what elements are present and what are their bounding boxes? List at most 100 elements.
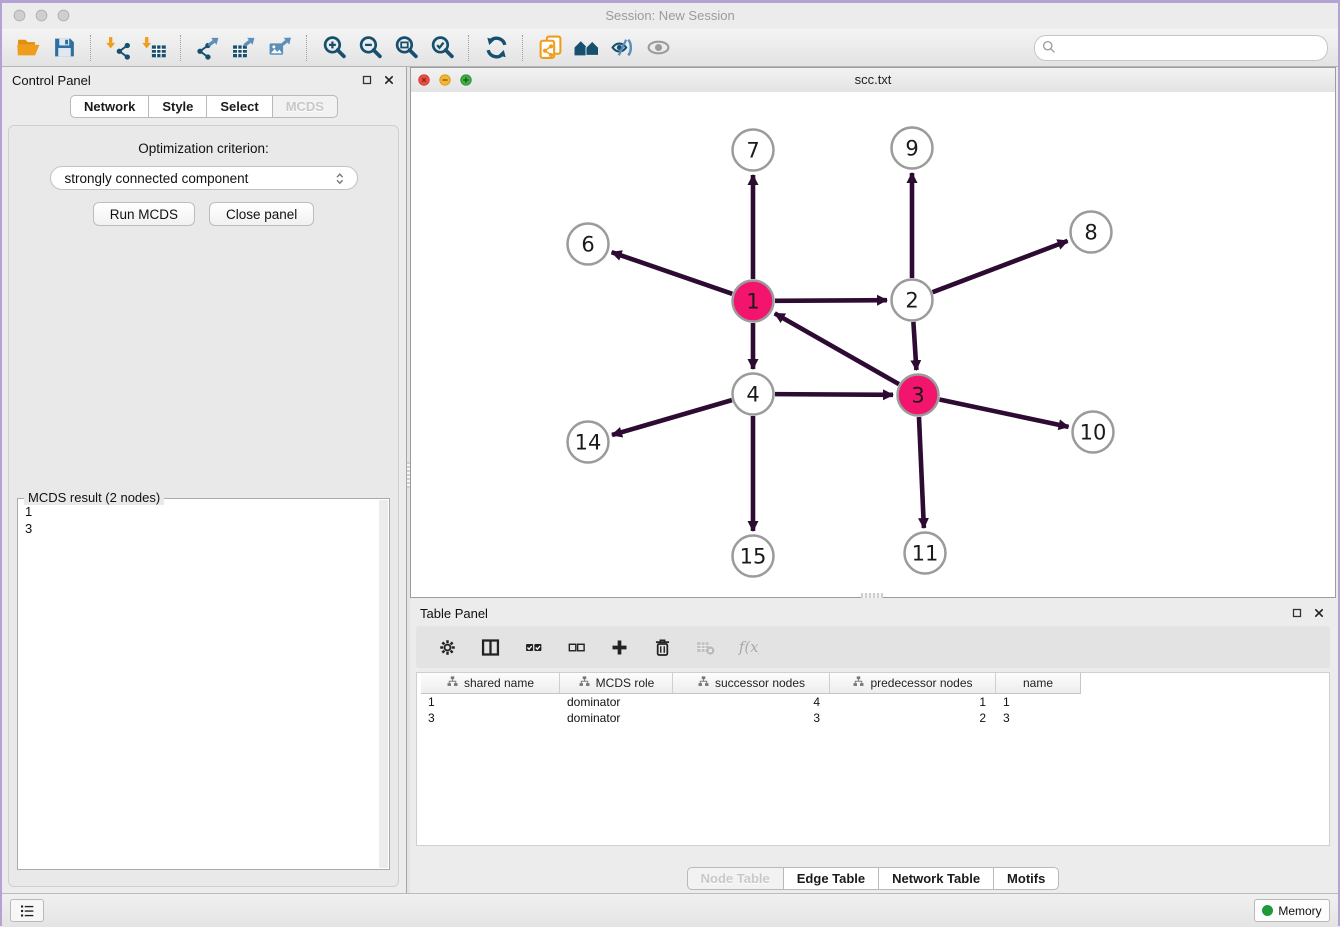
graph-edge-4-3[interactable]: [775, 394, 893, 395]
toggle-columns-button[interactable]: [477, 633, 503, 661]
cell-successor-nodes[interactable]: 3: [673, 710, 830, 726]
search-input[interactable]: [1061, 37, 1319, 59]
toolbar-separator: [522, 35, 524, 61]
float-table-panel-icon[interactable]: [1290, 605, 1306, 621]
zoom-selected-button[interactable]: [424, 32, 460, 64]
graph-edge-3-10[interactable]: [940, 400, 1069, 427]
memory-button[interactable]: Memory: [1254, 899, 1330, 922]
cell-MCDS-role[interactable]: dominator: [560, 710, 673, 726]
tab-mcds[interactable]: MCDS: [272, 95, 338, 118]
canvas-resize-grip[interactable]: [861, 593, 883, 598]
result-scrollbar[interactable]: [379, 500, 388, 868]
zoom-fit-content-icon: [394, 35, 419, 60]
table-row-2[interactable]: 3dominator323: [421, 710, 1329, 726]
cell-shared-name[interactable]: 1: [421, 694, 560, 710]
graph-edge-4-14[interactable]: [612, 400, 732, 435]
cell-MCDS-role[interactable]: dominator: [560, 694, 673, 710]
close-panel-button[interactable]: Close panel: [209, 202, 314, 226]
hide-detail-button[interactable]: [604, 32, 640, 64]
table-tab-edge-table[interactable]: Edge Table: [783, 867, 879, 890]
task-history-button[interactable]: [10, 899, 44, 922]
column-label: name: [1023, 676, 1053, 690]
export-table-icon: [232, 35, 257, 60]
column-header-shared-name[interactable]: shared name: [421, 673, 560, 693]
delete-table-button: [692, 633, 718, 661]
graph-edge-3-1[interactable]: [775, 313, 899, 384]
graph-edge-3-11[interactable]: [919, 417, 924, 528]
delete-entry-button[interactable]: [649, 633, 675, 661]
import-network-button[interactable]: [100, 32, 136, 64]
zoom-selected-icon: [430, 35, 455, 60]
apply-layout-button[interactable]: [478, 32, 514, 64]
export-image-button[interactable]: [262, 32, 298, 64]
graph-node-9[interactable]: 9: [892, 128, 933, 169]
column-header-predecessor-nodes[interactable]: predecessor nodes: [830, 673, 996, 693]
export-network-button[interactable]: [190, 32, 226, 64]
import-table-button[interactable]: [136, 32, 172, 64]
application-window: Session: New Session Control Panel Netwo…: [0, 0, 1340, 926]
mcds-result-text[interactable]: 1 3: [20, 503, 377, 867]
graph-edge-2-8[interactable]: [933, 241, 1068, 292]
mcds-panel: Optimization criterion: strongly connect…: [8, 125, 399, 887]
clone-network-button[interactable]: [532, 32, 568, 64]
node-label-10: 10: [1080, 421, 1107, 445]
graph-node-6[interactable]: 6: [568, 224, 609, 265]
graph-edge-2-3[interactable]: [913, 322, 916, 370]
cell-successor-nodes[interactable]: 4: [673, 694, 830, 710]
graph-node-4[interactable]: 4: [733, 374, 774, 415]
network-window: scc.txt 1 2 3 4 6 7 8 9 10 11 14 15: [410, 67, 1336, 598]
add-entry-button[interactable]: [606, 633, 632, 661]
zoom-in-button[interactable]: [316, 32, 352, 64]
cell-predecessor-nodes[interactable]: 2: [830, 710, 996, 726]
toolbar-separator: [468, 35, 470, 61]
float-panel-icon[interactable]: [360, 72, 376, 88]
node-label-4: 4: [746, 383, 759, 407]
cell-shared-name[interactable]: 3: [421, 710, 560, 726]
search-icon: [1041, 39, 1058, 61]
column-header-successor-nodes[interactable]: successor nodes: [673, 673, 830, 693]
control-panel-header: Control Panel: [2, 67, 406, 95]
graph-node-10[interactable]: 10: [1073, 412, 1114, 453]
apply-layout-icon: [484, 35, 509, 60]
tab-network[interactable]: Network: [70, 95, 149, 118]
graph-node-14[interactable]: 14: [568, 422, 609, 463]
cell-predecessor-nodes[interactable]: 1: [830, 694, 996, 710]
graph-edge-1-6[interactable]: [612, 252, 733, 294]
graph-node-8[interactable]: 8: [1071, 212, 1112, 253]
graph-node-3[interactable]: 3: [898, 375, 939, 416]
graph-node-1[interactable]: 1: [733, 281, 774, 322]
table-settings-icon: [437, 637, 458, 658]
show-all-views-button[interactable]: [568, 32, 604, 64]
column-header-MCDS-role[interactable]: MCDS role: [560, 673, 673, 693]
table-row-1[interactable]: 1dominator411: [421, 694, 1329, 710]
export-table-button[interactable]: [226, 32, 262, 64]
cell-name[interactable]: 3: [996, 710, 1080, 726]
run-mcds-button[interactable]: Run MCDS: [93, 202, 195, 226]
zoom-out-button[interactable]: [352, 32, 388, 64]
table-tab-node-table[interactable]: Node Table: [687, 867, 784, 890]
network-canvas[interactable]: 1 2 3 4 6 7 8 9 10 11 14 15: [411, 92, 1335, 597]
close-panel-icon[interactable]: [382, 72, 398, 88]
cell-name[interactable]: 1: [996, 694, 1080, 710]
open-session-button[interactable]: [10, 32, 46, 64]
network-graph[interactable]: 1 2 3 4 6 7 8 9 10 11 14 15: [411, 92, 1335, 597]
tab-select[interactable]: Select: [206, 95, 272, 118]
criterion-dropdown[interactable]: strongly connected component: [50, 166, 358, 190]
table-tab-network-table[interactable]: Network Table: [878, 867, 994, 890]
graph-node-11[interactable]: 11: [905, 533, 946, 574]
graph-node-2[interactable]: 2: [892, 280, 933, 321]
node-label-11: 11: [912, 542, 939, 566]
deselect-all-button[interactable]: [563, 633, 589, 661]
select-all-button[interactable]: [520, 633, 546, 661]
column-header-name[interactable]: name: [996, 673, 1080, 693]
table-settings-button[interactable]: [434, 633, 460, 661]
graph-node-15[interactable]: 15: [733, 536, 774, 577]
save-session-button[interactable]: [46, 32, 82, 64]
table-tab-motifs[interactable]: Motifs: [993, 867, 1059, 890]
tab-style[interactable]: Style: [148, 95, 207, 118]
close-table-panel-icon[interactable]: [1312, 605, 1328, 621]
graph-edge-1-2[interactable]: [775, 300, 887, 301]
zoom-fit-content-button[interactable]: [388, 32, 424, 64]
network-title: scc.txt: [411, 72, 1335, 87]
graph-node-7[interactable]: 7: [733, 130, 774, 171]
